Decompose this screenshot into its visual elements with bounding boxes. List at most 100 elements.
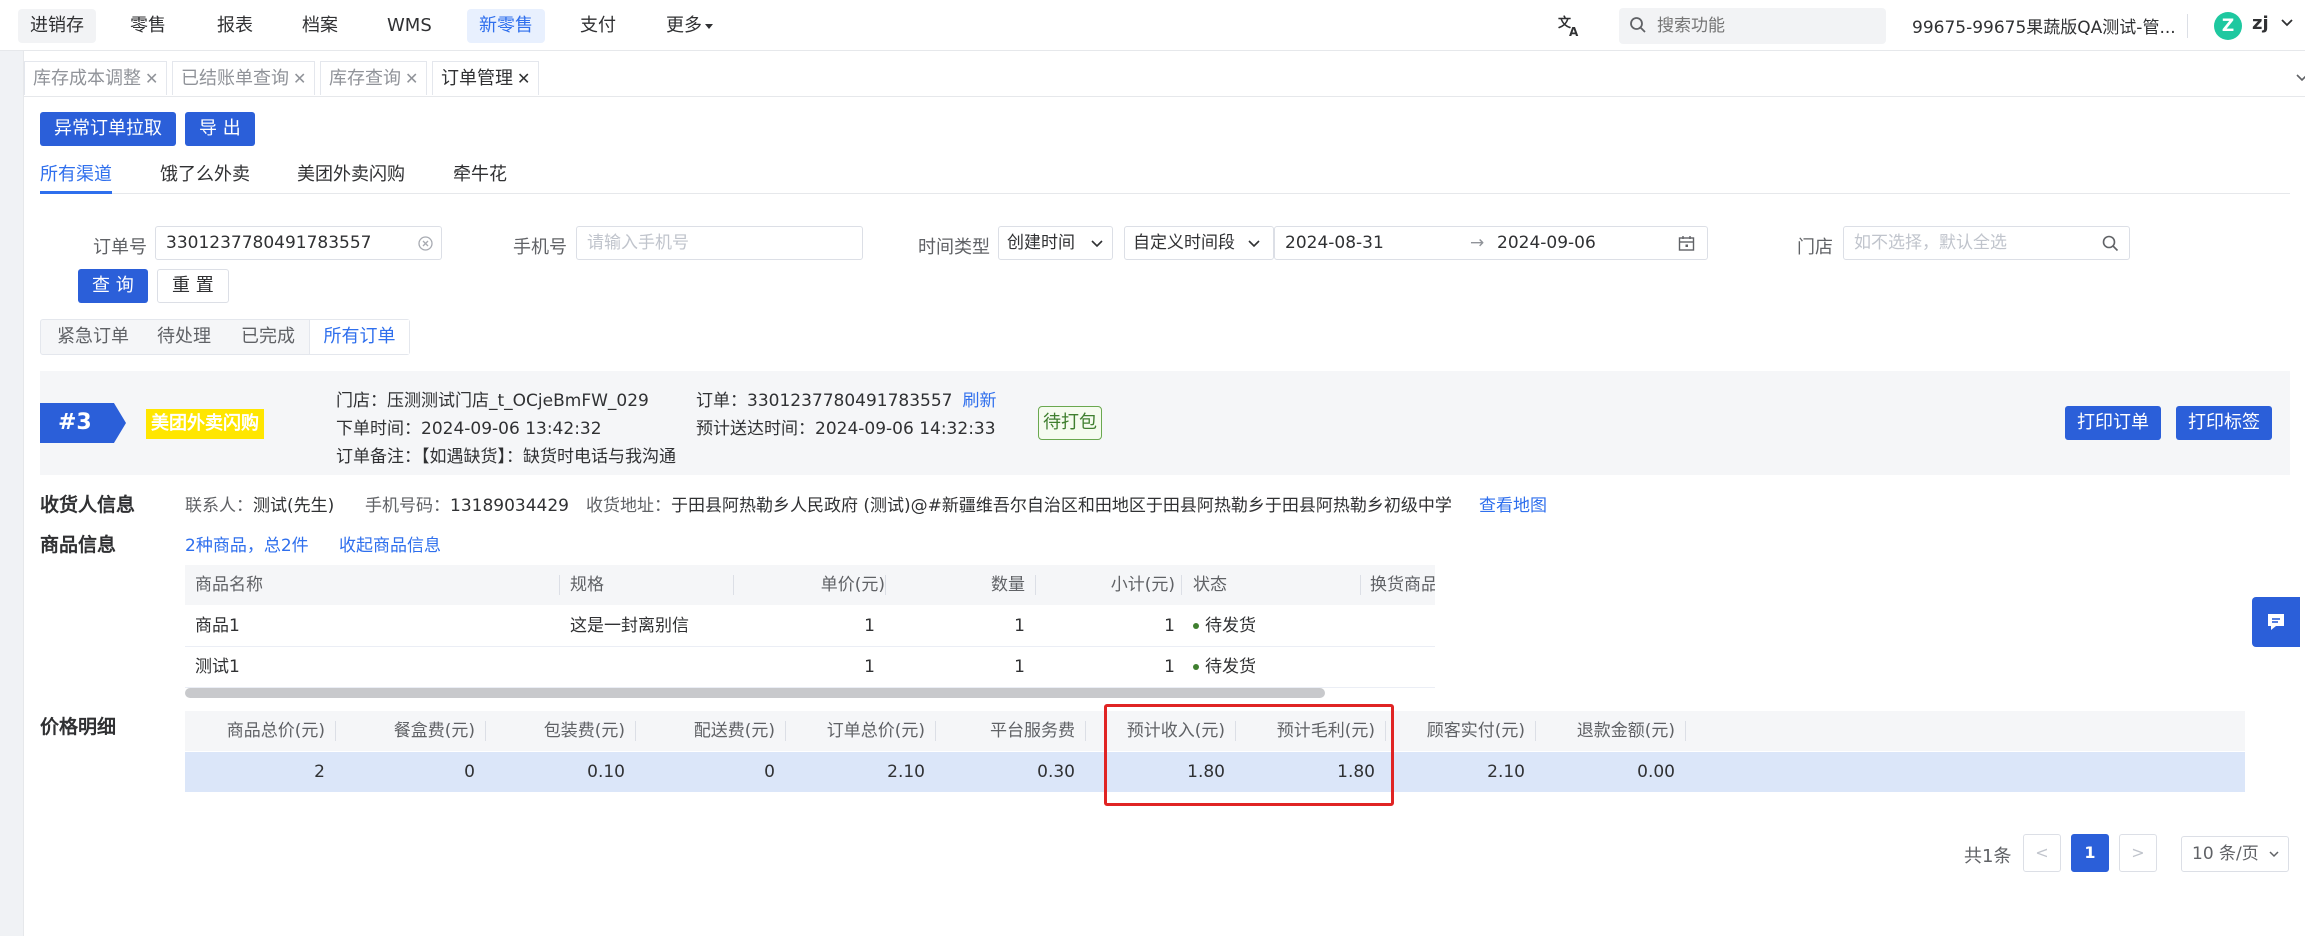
placed-time-value: 2024-09-06 13:42:32 (421, 419, 602, 439)
tab-order-management[interactable]: 订单管理 ✕ (432, 61, 540, 95)
time-type-select[interactable]: 创建时间 (998, 226, 1113, 260)
col-divider (1181, 575, 1182, 595)
clear-icon[interactable] (418, 236, 433, 251)
goods-qty: 1 (1014, 616, 1025, 636)
tab-eleme[interactable]: 饿了么外卖 (160, 160, 250, 186)
close-icon[interactable]: ✕ (145, 69, 158, 88)
print-order-button[interactable]: 打印订单 (2065, 406, 2161, 440)
goods-price: 1 (864, 657, 875, 677)
close-icon[interactable]: ✕ (405, 69, 418, 88)
active-tab-indicator (40, 191, 112, 194)
nav-item-label: WMS (387, 15, 432, 36)
col-header: 退款金额(元) (1576, 721, 1675, 741)
tab-label: 订单管理 (441, 68, 513, 89)
message-icon (2268, 614, 2284, 630)
tab-stock-query[interactable]: 库存查询 ✕ (320, 61, 428, 95)
view-map-link[interactable]: 查看地图 (1479, 491, 1547, 516)
col-header: 小计(元) (1110, 575, 1175, 595)
floating-feedback-button[interactable] (2252, 597, 2300, 647)
platform-fee-value: 0.30 (1037, 762, 1075, 782)
table-row[interactable]: 测试1 1 1 1 待发货 (185, 647, 1435, 688)
nav-item-retail[interactable]: 零售 (118, 9, 178, 43)
tab-pending[interactable]: 待处理 (157, 320, 211, 354)
receiver-phone: 手机号码：13189034429 (365, 491, 569, 516)
tab-stock-cost-adjust[interactable]: 库存成本调整 ✕ (24, 61, 168, 95)
goods-name: 测试1 (195, 657, 240, 677)
tab-all-channels[interactable]: 所有渠道 (40, 160, 112, 186)
chevron-down-icon[interactable] (2294, 70, 2305, 86)
nav-item-new-retail[interactable]: 新零售 (467, 9, 545, 43)
collapse-goods-link[interactable]: 收起商品信息 (339, 531, 441, 556)
page-size-select[interactable]: 10 条/页 (2181, 836, 2289, 872)
tab-label: 已结账单查询 (181, 68, 289, 89)
date-start[interactable]: 2024-08-31 (1285, 227, 1384, 259)
table-row[interactable]: 商品1 这是一封离别信 1 1 1 待发货 (185, 606, 1435, 647)
date-end[interactable]: 2024-09-06 (1497, 227, 1596, 259)
receiver-contact: 联系人：测试(先生) (185, 491, 334, 516)
chevron-down-icon[interactable] (2280, 16, 2294, 30)
order-no-input[interactable]: 3301237780491783557 (155, 226, 442, 260)
phone-input[interactable]: 请输入手机号 (576, 226, 863, 260)
search-icon (1630, 17, 1646, 33)
highlight-annotation-box (1104, 704, 1394, 806)
nav-item-wms[interactable]: WMS (375, 9, 444, 43)
next-page-button[interactable]: > (2119, 834, 2157, 872)
tab-qianniuhua[interactable]: 牵牛花 (453, 160, 507, 186)
goods-total-value: 2 (314, 762, 325, 782)
goods-section-title: 商品信息 (40, 534, 117, 556)
nav-item-reports[interactable]: 报表 (205, 9, 265, 43)
contact-label: 联系人： (185, 496, 253, 516)
time-range-select[interactable]: 自定义时间段 (1124, 226, 1274, 260)
query-button[interactable]: 查 询 (78, 269, 148, 303)
goods-summary-link[interactable]: 2种商品，总2件 (185, 531, 309, 556)
receiver-section-title: 收货人信息 (40, 494, 136, 516)
reset-button[interactable]: 重 置 (157, 269, 229, 303)
print-label-button[interactable]: 打印标签 (2176, 406, 2272, 440)
col-header: 商品总价(元) (226, 721, 325, 741)
function-search-input[interactable] (1657, 8, 1877, 44)
nav-item-archives[interactable]: 档案 (290, 9, 350, 43)
function-search[interactable] (1619, 8, 1886, 44)
order-remark: 订单备注：【如遇缺货】：缺货时电话与我沟通 (336, 442, 676, 467)
address-value: 于田县阿热勒乡人民政府 (测试)@#新疆维吾尔自治区和田地区于田县阿热勒乡于田县… (671, 496, 1452, 516)
tab-urgent-orders[interactable]: 紧急订单 (57, 320, 129, 354)
horizontal-scrollbar[interactable] (185, 688, 1325, 698)
nav-item-label: 报表 (217, 15, 253, 36)
order-no-display: 3301237780491783557 (747, 391, 953, 411)
tab-settled-bills[interactable]: 已结账单查询 ✕ (172, 61, 316, 95)
pull-abnormal-orders-button[interactable]: 异常订单拉取 (40, 112, 176, 146)
prev-page-button[interactable]: < (2023, 834, 2061, 872)
goods-subtotal: 1 (1164, 616, 1175, 636)
col-header: 配送费(元) (693, 721, 775, 741)
nav-item-payment[interactable]: 支付 (568, 9, 628, 43)
tab-all-orders[interactable]: 所有订单 (309, 320, 409, 354)
nav-item-jinxiaocun[interactable]: 进销存 (18, 9, 96, 43)
col-divider (559, 575, 560, 595)
chevron-down-icon (2269, 851, 2279, 858)
remark-value: 【如遇缺货】：缺货时电话与我沟通 (421, 447, 676, 467)
nav-item-more[interactable]: 更多 (654, 9, 725, 43)
store-select[interactable]: 如不选择，默认全选 (1843, 226, 2130, 260)
date-range-picker[interactable]: 2024-08-31 → 2024-09-06 (1274, 226, 1708, 260)
close-icon[interactable]: ✕ (293, 69, 306, 88)
account-switcher[interactable]: 99675-99675果蔬版QA测试-管... (1912, 13, 2176, 38)
goods-spec: 这是一封离别信 (570, 616, 689, 636)
phone-label: 手机号 (513, 237, 567, 258)
page-button[interactable]: 1 (2071, 834, 2109, 872)
user-name[interactable]: zj (2252, 13, 2269, 34)
contact-value: 测试(先生) (253, 496, 335, 516)
close-icon[interactable]: ✕ (517, 69, 530, 88)
col-divider (1360, 575, 1361, 595)
translate-icon[interactable]: 文A (1556, 12, 1584, 40)
left-sidebar-edge (0, 51, 24, 936)
nav-item-label: 新零售 (479, 15, 533, 36)
col-header: 商品名称 (195, 575, 263, 595)
refresh-link[interactable]: 刷新 (963, 391, 997, 411)
goods-qty: 1 (1014, 657, 1025, 677)
tab-completed[interactable]: 已完成 (241, 320, 295, 354)
arrow-right-icon: → (1470, 233, 1485, 253)
tab-meituan-shangou[interactable]: 美团外卖闪购 (297, 160, 405, 186)
export-button[interactable]: 导 出 (185, 112, 255, 146)
time-type-label: 时间类型 (918, 237, 990, 258)
avatar[interactable]: Z (2214, 12, 2242, 40)
